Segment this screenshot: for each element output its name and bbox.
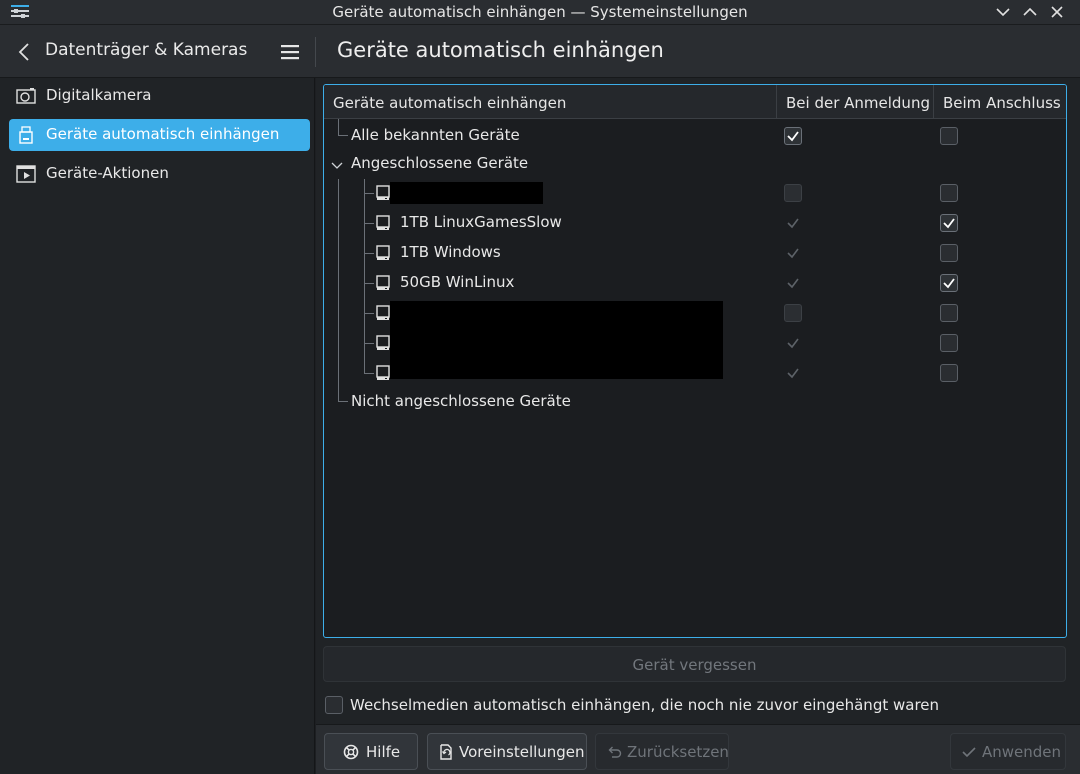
sidebar: Digitalkamera Geräte automatisch einhäng… bbox=[0, 78, 315, 774]
column-header-attach[interactable]: Beim Anschluss bbox=[943, 94, 1061, 112]
tree-line bbox=[364, 373, 374, 374]
login-checkbox bbox=[784, 214, 802, 232]
main-panel: Geräte automatisch einhängen Bei der Anm… bbox=[316, 78, 1080, 774]
column-header-login[interactable]: Bei der Anmeldung bbox=[786, 94, 930, 112]
tree-line bbox=[364, 343, 374, 344]
tree-line bbox=[364, 223, 374, 224]
maximize-icon[interactable] bbox=[1020, 3, 1040, 21]
option-label: Wechselmedien automatisch einhängen, die… bbox=[350, 696, 940, 714]
attach-checkbox[interactable] bbox=[940, 214, 958, 232]
usb-drive-icon bbox=[16, 126, 36, 144]
back-arrow-icon[interactable] bbox=[14, 40, 34, 64]
attach-checkbox[interactable] bbox=[940, 364, 958, 382]
row-label: 1TB Windows bbox=[400, 243, 501, 261]
tree-row-device[interactable]: 1TB LinuxGamesSlow bbox=[324, 208, 1066, 238]
hamburger-menu-icon[interactable] bbox=[278, 41, 304, 63]
help-label: Hilfe bbox=[366, 743, 401, 761]
row-label: 1TB LinuxGamesSlow bbox=[400, 213, 562, 231]
sidebar-item-label: Digitalkamera bbox=[46, 86, 152, 104]
row-label: Alle bekannten Geräte bbox=[351, 126, 520, 144]
attach-checkbox[interactable] bbox=[940, 334, 958, 352]
row-label: 50GB WinLinux bbox=[400, 273, 515, 291]
apply-button[interactable]: Anwenden bbox=[950, 733, 1066, 770]
redacted-device-names bbox=[390, 301, 723, 379]
page-title: Geräte automatisch einhängen bbox=[337, 38, 664, 62]
tree-line bbox=[364, 253, 374, 254]
checkmark-icon bbox=[961, 744, 977, 760]
login-checkbox bbox=[784, 244, 802, 262]
attach-checkbox[interactable] bbox=[940, 274, 958, 292]
redacted-device-name bbox=[390, 182, 543, 204]
hard-drive-icon bbox=[376, 335, 390, 351]
defaults-label: Voreinstellungen bbox=[459, 743, 585, 761]
tree-row-disconnected-group[interactable]: Nicht angeschlossene Geräte bbox=[324, 387, 1066, 417]
tree-row-connected-group[interactable]: Angeschlossene Geräte bbox=[324, 149, 1066, 179]
device-tree-view[interactable]: Geräte automatisch einhängen Bei der Anm… bbox=[323, 84, 1067, 638]
sidebar-item-label: Geräte automatisch einhängen bbox=[46, 125, 280, 143]
row-label: Nicht angeschlossene Geräte bbox=[351, 392, 571, 410]
undo-icon bbox=[606, 744, 622, 760]
sidebar-title: Datenträger & Kameras bbox=[45, 40, 248, 60]
hard-drive-icon bbox=[376, 275, 390, 291]
camera-icon bbox=[16, 87, 36, 105]
header-bar: Datenträger & Kameras Geräte automatisch… bbox=[0, 25, 1080, 78]
login-checkbox[interactable] bbox=[784, 304, 802, 322]
login-checkbox bbox=[784, 274, 802, 292]
tree-line bbox=[364, 283, 374, 284]
attach-checkbox[interactable] bbox=[940, 127, 958, 145]
document-revert-icon bbox=[438, 744, 454, 760]
tree-row-all-known[interactable]: Alle bekannten Geräte bbox=[324, 121, 1066, 151]
sidebar-item-geraete-automatisch-einhaengen[interactable]: Geräte automatisch einhängen bbox=[9, 119, 310, 151]
sidebar-item-label: Geräte-Aktionen bbox=[46, 164, 169, 182]
hard-drive-icon bbox=[376, 365, 390, 381]
apply-label: Anwenden bbox=[982, 743, 1062, 761]
tree-header: Geräte automatisch einhängen Bei der Anm… bbox=[324, 85, 1066, 119]
login-checkbox[interactable] bbox=[784, 127, 802, 145]
button-bar: Hilfe Voreinstellungen Zurücksetzen Anwe… bbox=[316, 724, 1080, 774]
hard-drive-icon bbox=[376, 215, 390, 231]
login-checkbox bbox=[784, 334, 802, 352]
tree-row-device[interactable] bbox=[324, 178, 1066, 208]
minimize-icon[interactable] bbox=[993, 3, 1013, 21]
hard-drive-icon bbox=[376, 305, 390, 321]
play-window-icon bbox=[16, 165, 36, 183]
tree-row-device[interactable]: 1TB Windows bbox=[324, 238, 1066, 268]
hard-drive-icon bbox=[376, 185, 390, 201]
defaults-button[interactable]: Voreinstellungen bbox=[427, 733, 587, 770]
sidebar-item-digitalkamera[interactable]: Digitalkamera bbox=[9, 80, 310, 112]
window-titlebar: Geräte automatisch einhängen — Systemein… bbox=[0, 0, 1080, 25]
login-checkbox[interactable] bbox=[784, 184, 802, 202]
attach-checkbox[interactable] bbox=[940, 184, 958, 202]
automount-removable-checkbox[interactable] bbox=[325, 696, 343, 714]
reset-button[interactable]: Zurücksetzen bbox=[595, 733, 729, 770]
chevron-down-icon[interactable] bbox=[330, 158, 344, 170]
attach-checkbox[interactable] bbox=[940, 244, 958, 262]
sidebar-item-geraete-aktionen[interactable]: Geräte-Aktionen bbox=[9, 158, 310, 190]
column-header-device[interactable]: Geräte automatisch einhängen bbox=[333, 94, 566, 112]
lifebuoy-icon bbox=[343, 744, 359, 760]
tree-row-device[interactable]: 50GB WinLinux bbox=[324, 268, 1066, 298]
tree-line bbox=[364, 193, 374, 194]
window-title: Geräte automatisch einhängen — Systemein… bbox=[332, 3, 748, 21]
help-button[interactable]: Hilfe bbox=[324, 733, 418, 770]
reset-label: Zurücksetzen bbox=[627, 743, 729, 761]
tree-line bbox=[364, 313, 374, 314]
hard-drive-icon bbox=[376, 245, 390, 261]
column-divider bbox=[933, 85, 934, 119]
login-checkbox bbox=[784, 364, 802, 382]
tree-line bbox=[364, 358, 365, 373]
forget-device-button[interactable]: Gerät vergessen bbox=[323, 646, 1066, 682]
header-divider bbox=[315, 37, 316, 67]
row-label: Angeschlossene Geräte bbox=[351, 154, 529, 172]
attach-checkbox[interactable] bbox=[940, 304, 958, 322]
column-divider bbox=[776, 85, 777, 119]
close-icon[interactable] bbox=[1047, 3, 1067, 21]
